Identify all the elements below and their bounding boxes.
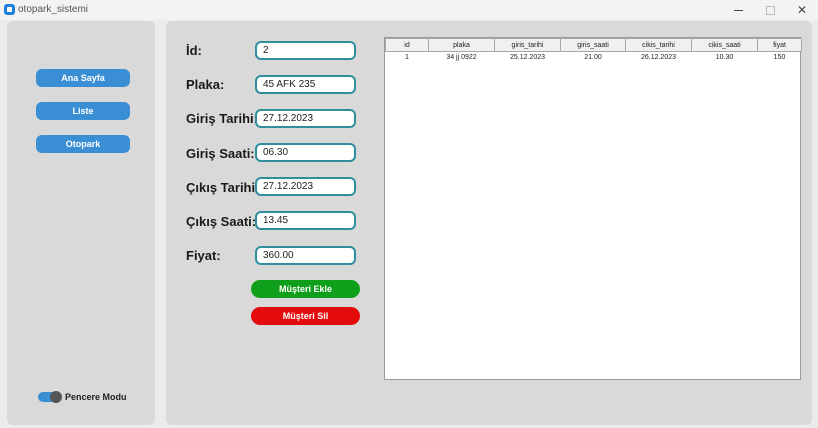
column-header[interactable]: fiyat [757,38,802,52]
column-header[interactable]: giris_saati [560,38,626,52]
giris-tarihi-label: Giriş Tarihi: [186,111,258,126]
add-customer-button[interactable]: Müşteri Ekle [251,280,360,298]
sidebar: Ana Sayfa Liste Otopark Pencere Modu [7,21,155,425]
window-mode-switch[interactable] [38,391,62,403]
cikis-tarihi-label: Çıkış Tarihi: [186,180,260,195]
column-header[interactable]: giris_tarihi [494,38,561,52]
giris-saati-field[interactable] [255,143,356,162]
maximize-button[interactable] [754,0,786,20]
table-cell: 25.12.2023 [509,54,546,62]
table-header-row: id plaka giris_tarihi giris_saati cikis_… [385,38,802,52]
cikis-tarihi-field[interactable] [255,177,356,196]
giris-saati-label: Giriş Saati: [186,146,255,161]
minimize-button[interactable] [722,0,754,20]
customer-table[interactable]: id plaka giris_tarihi giris_saati cikis_… [384,37,802,380]
column-header[interactable]: id [385,38,429,52]
column-header[interactable]: cikis_tarihi [625,38,692,52]
id-label: İd: [186,43,202,58]
ana-sayfa-button[interactable]: Ana Sayfa [36,69,130,87]
table-cell: 21.00 [584,54,602,62]
otopark-button[interactable]: Otopark [36,135,130,153]
id-field[interactable] [255,41,356,60]
table-cell: 1 [405,54,409,62]
switch-knob [50,391,62,403]
column-header[interactable]: cikis_saati [691,38,758,52]
delete-customer-button[interactable]: Müşteri Sil [251,307,360,325]
fiyat-label: Fiyat: [186,248,221,263]
table-cell: 10.30 [715,54,734,62]
liste-button[interactable]: Liste [36,102,130,120]
column-header[interactable]: plaka [428,38,495,52]
fiyat-field[interactable] [255,246,356,265]
cikis-saati-field[interactable] [255,211,356,230]
window-title: otopark_sistemi [18,4,89,15]
main-panel: İd: Plaka: Giriş Tarihi: Giriş Saati: Çı… [166,21,812,425]
plaka-field[interactable] [255,75,356,94]
title-bar: otopark_sistemi ✕ [0,0,818,20]
cikis-saati-label: Çıkış Saati: [186,214,257,229]
plaka-label: Plaka: [186,77,225,92]
table-cell: 26.12.2023 [640,54,677,62]
app-icon [4,4,15,15]
table-row[interactable]: 1 34 jj 0922 25.12.2023 21.00 26.12.2023… [386,52,802,64]
window-mode-label: Pencere Modu [65,392,127,402]
table-cell: 150 [773,54,786,62]
giris-tarihi-field[interactable] [255,109,356,128]
close-button[interactable]: ✕ [786,0,818,20]
table-cell: 34 jj 0922 [446,54,477,62]
